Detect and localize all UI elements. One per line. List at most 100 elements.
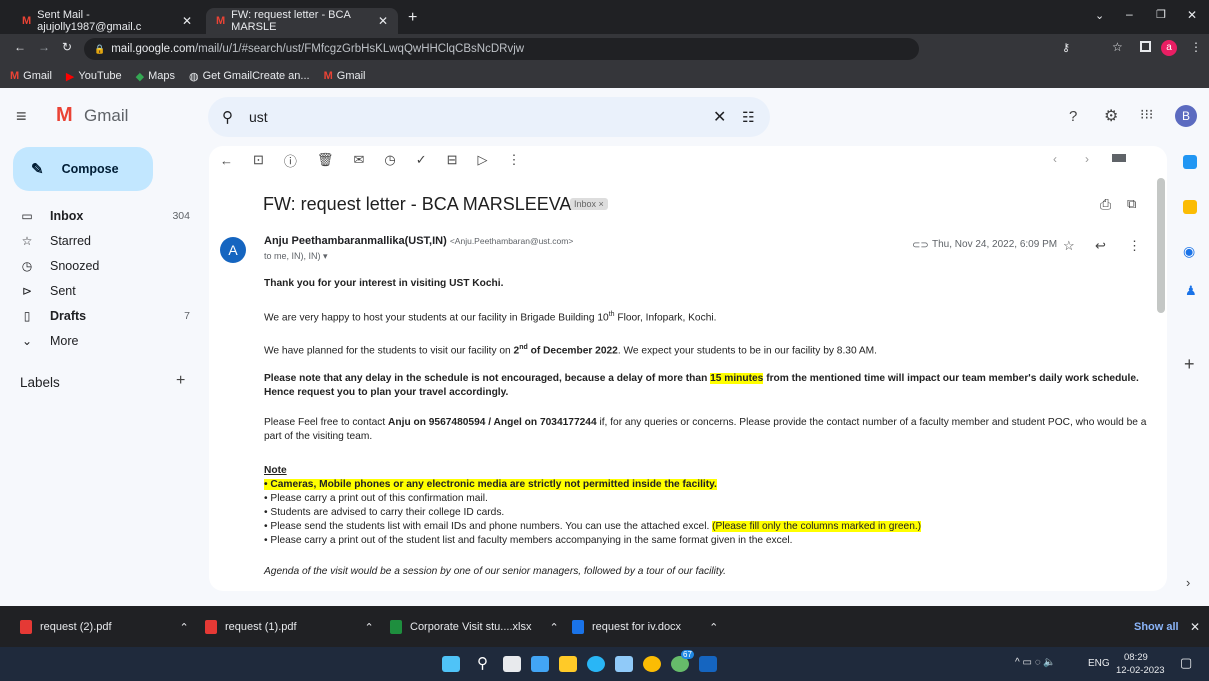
inbox-label-chip[interactable]: Inbox × (570, 198, 608, 210)
sidebar-item-inbox[interactable]: ▭ Inbox 304 (20, 205, 190, 227)
print-icon[interactable]: ⎙ (1100, 196, 1111, 213)
download-menu-chevron-icon[interactable]: ⌃ (365, 621, 374, 634)
system-tray-icons[interactable]: ^ ▭ ◌ 🔈 (1015, 657, 1056, 668)
mark-unread-icon[interactable]: ✉ (353, 152, 364, 168)
search-icon[interactable]: ⚲ (222, 108, 233, 126)
language-indicator[interactable]: ENG (1088, 658, 1110, 669)
download-menu-chevron-icon[interactable]: ⌃ (549, 621, 558, 634)
close-window-icon[interactable]: ✕ (1187, 8, 1197, 22)
minimize-icon[interactable]: – (1126, 7, 1133, 21)
search-options-icon[interactable]: ☷ (742, 109, 755, 126)
nav-label: Inbox (50, 209, 84, 223)
sidebar-item-snoozed[interactable]: ◷ Snoozed (20, 255, 190, 277)
help-icon[interactable]: ? (1069, 108, 1077, 125)
download-item[interactable]: request (1).pdf ⌃ (205, 613, 374, 641)
forward-icon[interactable]: → (38, 40, 50, 54)
body-text: Floor, Infopark, Kochi. (614, 312, 717, 324)
archive-icon[interactable]: ⊡ (253, 152, 264, 168)
key-icon[interactable]: ⚷ (1062, 41, 1070, 54)
bookmark-maps[interactable]: ◆ Maps (136, 70, 175, 83)
scrollbar-thumb[interactable] (1157, 178, 1165, 313)
sender-name[interactable]: Anju Peethambaranmallika(UST,IN) (264, 235, 447, 247)
notifications-icon[interactable]: ▢ (1180, 655, 1192, 671)
apps-grid-icon[interactable]: ⁝⁝⁝ (1140, 106, 1153, 123)
address-bar[interactable]: 🔒 mail.google.com/mail/u/1/#search/ust/F… (84, 38, 919, 60)
edge-icon[interactable] (587, 656, 605, 672)
main-menu-icon[interactable]: ≡ (16, 106, 27, 127)
snooze-icon[interactable]: ◷ (384, 152, 395, 168)
bookmark-youtube[interactable]: ▶ YouTube (66, 70, 122, 83)
sidebar-item-drafts[interactable]: ▯ Drafts 7 (20, 305, 190, 327)
body-host: We are very happy to host your students … (264, 308, 1154, 325)
newer-icon[interactable]: ‹ (1053, 152, 1057, 166)
bookmark-gmail[interactable]: M Gmail (10, 70, 52, 82)
move-to-icon[interactable]: ⊟ (447, 152, 458, 168)
back-arrow-icon[interactable]: ← (220, 153, 233, 168)
search-bar[interactable]: ⚲ ust ✕ ☷ (208, 97, 770, 137)
open-new-window-icon[interactable]: ⧉ (1127, 196, 1136, 212)
reload-icon[interactable]: ↻ (62, 40, 72, 54)
compose-button[interactable]: ✎ Compose (13, 147, 153, 191)
email-more-icon[interactable]: ⋮ (1128, 238, 1141, 254)
store-icon[interactable] (615, 656, 633, 672)
reply-icon[interactable]: ↩ (1095, 238, 1106, 254)
show-side-panel-icon[interactable]: › (1186, 575, 1190, 590)
maximize-icon[interactable]: ❐ (1156, 8, 1166, 21)
task-view-icon[interactable] (503, 656, 521, 672)
download-item[interactable]: request (2).pdf ⌃ (20, 613, 189, 641)
download-menu-chevron-icon[interactable]: ⌃ (709, 621, 718, 634)
tab-request-letter[interactable]: M FW: request letter - BCA MARSLE ✕ (206, 8, 398, 34)
bookmark-label: Gmail (336, 70, 366, 82)
clock-time[interactable]: 08:29 (1124, 652, 1148, 663)
tasks-icon[interactable]: ◉ (1183, 243, 1195, 260)
add-label-icon[interactable]: + (176, 372, 185, 390)
back-icon[interactable]: ← (14, 40, 26, 54)
clear-search-icon[interactable]: ✕ (713, 107, 726, 127)
contacts-icon[interactable]: ♟ (1185, 283, 1197, 299)
sidebar-item-sent[interactable]: ⊳ Sent (20, 280, 190, 302)
browser-menu-icon[interactable]: ⋮ (1190, 40, 1202, 54)
clock-date[interactable]: 12-02-2023 (1116, 665, 1165, 676)
bookmark-star-icon[interactable]: ☆ (1112, 40, 1123, 54)
close-tab-icon[interactable]: ✕ (182, 14, 192, 28)
star-email-icon[interactable]: ☆ (1063, 238, 1075, 254)
tab-sent-mail[interactable]: M Sent Mail - ajujolly1987@gmail.c ✕ (12, 8, 202, 34)
input-tools-icon[interactable] (1112, 154, 1126, 162)
file-explorer-icon[interactable] (559, 656, 577, 672)
keep-icon[interactable] (1183, 200, 1197, 214)
chevron-down-icon: ⌄ (21, 334, 33, 348)
word-taskbar-icon[interactable] (699, 656, 717, 672)
show-all-button[interactable]: Show all (1134, 621, 1179, 633)
more-options-icon[interactable]: ⋮ (508, 152, 521, 168)
report-spam-icon[interactable]: ⓘ (284, 151, 297, 170)
chrome-icon[interactable] (643, 656, 661, 672)
close-tab-icon[interactable]: ✕ (378, 14, 388, 28)
new-tab-icon[interactable]: + (408, 9, 417, 27)
account-avatar[interactable]: B (1175, 105, 1197, 127)
calendar-icon[interactable] (1183, 155, 1197, 169)
settings-gear-icon[interactable]: ⚙ (1104, 106, 1118, 126)
search-input[interactable]: ust (249, 109, 268, 125)
profile-avatar-icon[interactable]: a (1161, 40, 1177, 56)
label-icon[interactable]: ▷ (478, 152, 488, 168)
bookmark-get-gmail[interactable]: ◍ Get GmailCreate an... (189, 70, 310, 83)
note-item-2: • Please carry a print out of this confi… (264, 493, 488, 504)
windows-start-icon[interactable] (442, 656, 460, 672)
add-task-icon[interactable]: ✓ (416, 152, 427, 168)
download-menu-chevron-icon[interactable]: ⌃ (180, 621, 189, 634)
download-item[interactable]: Corporate Visit stu....xlsx ⌃ (390, 613, 559, 641)
tab-search-icon[interactable]: ⌄ (1095, 9, 1104, 22)
close-downloads-icon[interactable]: ✕ (1190, 620, 1200, 634)
delete-icon[interactable]: 🗑 (317, 152, 334, 168)
bookmark-gmail-2[interactable]: M Gmail (324, 70, 366, 82)
side-panel-icon[interactable] (1140, 41, 1151, 52)
widgets-icon[interactable] (531, 656, 549, 672)
download-item[interactable]: request for iv.docx ⌃ (572, 613, 718, 641)
recipients-line[interactable]: to me, IN), IN) ▾ (264, 251, 328, 262)
older-icon[interactable]: › (1085, 152, 1089, 166)
gmail-logo-icon[interactable]: M (56, 104, 73, 127)
search-taskbar-icon[interactable]: ⚲ (477, 654, 488, 672)
sidebar-item-more[interactable]: ⌄ More (20, 330, 190, 352)
sidebar-item-starred[interactable]: ☆ Starred (20, 230, 190, 252)
get-addons-icon[interactable]: + (1184, 354, 1195, 375)
